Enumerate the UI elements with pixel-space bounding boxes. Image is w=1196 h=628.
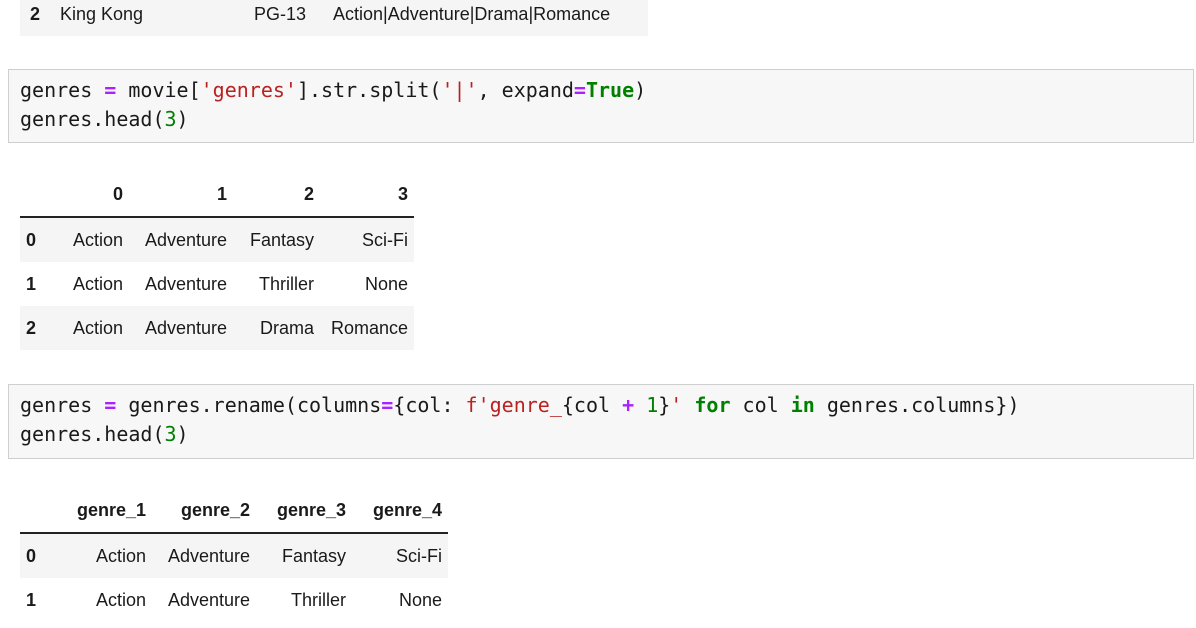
table-cell: Action <box>95 545 146 566</box>
code-string: ' <box>670 393 683 417</box>
table-cell: Adventure <box>167 545 250 566</box>
column-header: 2 <box>233 172 320 218</box>
table-row: 1 Action Adventure Thriller None <box>20 578 448 622</box>
code-token: } <box>658 393 671 417</box>
code-line: genres = genres.rename(columns={col: f'g… <box>20 391 1193 420</box>
code-number: 1 <box>646 393 659 417</box>
code-operator: = <box>104 78 117 102</box>
table-cell: None <box>398 589 442 610</box>
row-index: 2 <box>30 4 41 24</box>
code-string: '|' <box>441 78 478 102</box>
code-token: col <box>730 393 791 417</box>
code-token: , expand <box>477 78 574 102</box>
movie-title-cell: King Kong <box>60 4 144 24</box>
column-header: 3 <box>320 172 414 218</box>
index-header <box>20 172 52 218</box>
table-cell: Adventure <box>144 229 227 250</box>
table-row: 2 Action Adventure Drama Romance <box>20 306 414 350</box>
table-cell: Thriller <box>290 589 346 610</box>
column-header: genre_1 <box>52 488 152 534</box>
index-header <box>20 488 52 534</box>
code-token: ) <box>176 107 189 131</box>
code-string: f'genre_ <box>465 393 562 417</box>
table-cell: Sci-Fi <box>362 229 408 250</box>
code-token: ) <box>634 78 647 102</box>
code-cell-rename[interactable]: genres = genres.rename(columns={col: f'g… <box>8 384 1194 459</box>
table-row: 0 Action Adventure Fantasy Sci-Fi <box>20 533 448 578</box>
column-header: 0 <box>52 172 129 218</box>
code-token: movie[ <box>116 78 201 102</box>
code-line: genres = movie['genres'].str.split('|', … <box>20 76 1193 105</box>
code-operator: = <box>104 393 117 417</box>
column-header: genre_3 <box>256 488 352 534</box>
code-number: 3 <box>164 107 177 131</box>
table-row: 0 Action Adventure Fantasy Sci-Fi <box>20 217 414 262</box>
row-index: 0 <box>26 229 37 250</box>
code-token: genres <box>20 78 105 102</box>
column-header: genre_2 <box>152 488 256 534</box>
code-line: genres.head(3) <box>20 105 1193 134</box>
table-cell: Fantasy <box>249 229 314 250</box>
code-token: ) <box>176 422 189 446</box>
code-token: genres.head( <box>20 422 165 446</box>
table-cell: Action <box>72 317 123 338</box>
code-token: genres.rename(columns <box>116 393 382 417</box>
dataframe-row-partial: 2 King Kong PG-13 Action|Adventure|Drama… <box>20 0 648 36</box>
table-cell: Adventure <box>144 273 227 294</box>
row-index: 1 <box>26 589 37 610</box>
code-line: genres.head(3) <box>20 420 1193 449</box>
row-index: 1 <box>26 273 37 294</box>
code-operator: = <box>381 393 394 417</box>
code-token: genres.head( <box>20 107 165 131</box>
code-cell-split[interactable]: genres = movie['genres'].str.split('|', … <box>8 69 1194 143</box>
code-string: 'genres' <box>200 78 297 102</box>
code-number: 3 <box>164 422 177 446</box>
code-token: {col: <box>393 393 466 417</box>
dataframe-output-split: 0 1 2 3 0 Action Adventure Fantasy Sci-F… <box>20 172 414 350</box>
column-header: genre_4 <box>352 488 448 534</box>
code-token: ].str.split( <box>296 78 442 102</box>
row-index: 2 <box>26 317 37 338</box>
code-keyword: True <box>585 78 635 102</box>
column-header: 1 <box>129 172 233 218</box>
code-keyword: in <box>790 393 815 417</box>
table-cell: Adventure <box>144 317 227 338</box>
table-cell: Romance <box>330 317 408 338</box>
content-rating-cell: PG-13 <box>254 4 307 24</box>
row-index: 0 <box>26 545 37 566</box>
code-keyword: for <box>694 393 731 417</box>
code-operator: = <box>573 78 586 102</box>
table-cell: Action <box>72 229 123 250</box>
code-token: {col <box>561 393 623 417</box>
table-cell: Action <box>95 589 146 610</box>
table-cell: Fantasy <box>281 545 346 566</box>
dataframe-output-renamed: genre_1 genre_2 genre_3 genre_4 0 Action… <box>20 488 448 622</box>
table-cell: Thriller <box>258 273 314 294</box>
table-cell: Drama <box>259 317 314 338</box>
genres-cell: Action|Adventure|Drama|Romance <box>333 4 611 24</box>
table-cell: Sci-Fi <box>396 545 442 566</box>
table-cell: None <box>364 273 408 294</box>
table-cell: Action <box>72 273 123 294</box>
code-operator: + <box>622 393 635 417</box>
code-token: genres.columns}) <box>814 393 1020 417</box>
table-header-row: 0 1 2 3 <box>20 172 414 218</box>
table-row: 1 Action Adventure Thriller None <box>20 262 414 306</box>
code-token: genres <box>20 393 105 417</box>
table-cell: Adventure <box>167 589 250 610</box>
table-header-row: genre_1 genre_2 genre_3 genre_4 <box>20 488 448 534</box>
